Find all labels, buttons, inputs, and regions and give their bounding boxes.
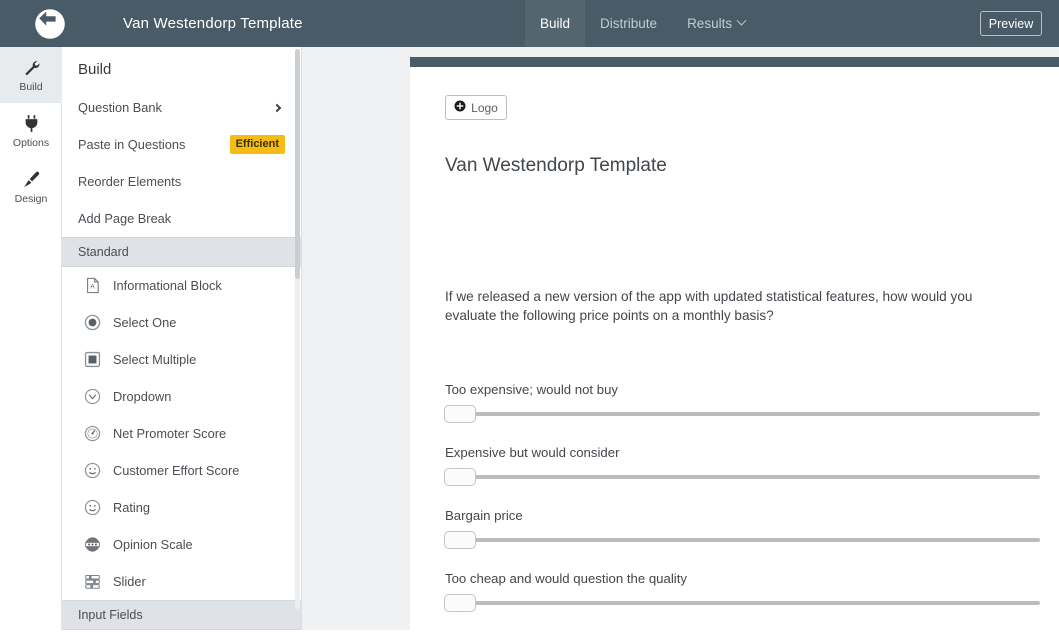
efficient-badge: Efficient <box>229 135 285 154</box>
question-type-opinion-scale-label: Opinion Scale <box>113 537 193 552</box>
section-header-standard-label: Standard <box>78 245 129 259</box>
nav-tab-distribute-label: Distribute <box>600 16 658 31</box>
dropdown-chevron-circle-icon <box>82 387 102 407</box>
rail-item-options[interactable]: Options <box>0 103 62 159</box>
preview-button-label: Preview <box>988 16 1034 31</box>
panel-action-paste-in-questions[interactable]: Paste in Questions Efficient <box>62 126 301 163</box>
slider-label-too-cheap: Too cheap and would question the quality <box>445 571 687 586</box>
slider-track-wrap[interactable] <box>440 531 1040 549</box>
panel-action-paste-in-questions-label: Paste in Questions <box>78 137 186 152</box>
question-type-select-multiple-label: Select Multiple <box>113 352 197 367</box>
slider-label-bargain-price: Bargain price <box>445 508 523 523</box>
slider-question-group: Too expensive; would not buy Expensive b… <box>440 382 1040 634</box>
question-type-rating[interactable]: Rating <box>62 489 301 526</box>
question-type-opinion-scale[interactable]: Opinion Scale <box>62 526 301 563</box>
build-panel-title: Build <box>78 61 112 78</box>
section-header-input-fields-label: Input Fields <box>78 608 143 622</box>
smiley-face-icon <box>82 498 102 518</box>
slider-handle[interactable] <box>444 468 476 486</box>
slider-track[interactable] <box>462 412 1040 416</box>
panel-action-reorder-elements-label: Reorder Elements <box>78 174 182 189</box>
chevron-right-icon <box>272 103 282 112</box>
opinion-scale-icon <box>82 535 102 555</box>
nav-tab-distribute[interactable]: Distribute <box>585 0 672 47</box>
question-type-slider-label: Slider <box>113 574 146 589</box>
slider-track[interactable] <box>462 601 1040 605</box>
add-logo-button-label: Logo <box>471 100 498 115</box>
plus-circle-icon <box>454 100 466 115</box>
question-type-net-promoter-score-label: Net Promoter Score <box>113 426 227 441</box>
checkbox-icon <box>82 350 102 370</box>
rail-item-build-label: Build <box>19 81 43 93</box>
top-header-bar: Van Westendorp Template Build Distribute… <box>0 0 1059 47</box>
rail-item-design-label: Design <box>14 193 48 205</box>
survey-canvas-title[interactable]: Van Westendorp Template <box>445 155 667 177</box>
slider-row-too-cheap: Too cheap and would question the quality <box>440 571 1040 612</box>
question-type-select-one[interactable]: Select One <box>62 304 301 341</box>
survey-workspace: Logo Van Westendorp Template If we relea… <box>302 47 1059 630</box>
smiley-face-icon <box>82 461 102 481</box>
left-icon-rail: Build Options Design <box>0 47 62 630</box>
question-type-select-one-label: Select One <box>113 315 177 330</box>
panel-action-add-page-break[interactable]: Add Page Break <box>62 200 301 237</box>
wrench-icon <box>22 57 41 77</box>
paintbrush-icon <box>22 169 41 189</box>
panel-action-question-bank-label: Question Bank <box>78 100 162 115</box>
slider-icon <box>82 572 102 592</box>
slider-track[interactable] <box>462 475 1040 479</box>
panel-action-reorder-elements[interactable]: Reorder Elements <box>62 163 301 200</box>
chevron-down-icon <box>736 15 747 26</box>
question-type-customer-effort-score-label: Customer Effort Score <box>113 463 240 478</box>
panel-action-add-page-break-label: Add Page Break <box>78 211 172 226</box>
slider-track-wrap[interactable] <box>440 468 1040 486</box>
nav-tab-results[interactable]: Results <box>672 0 760 47</box>
survey-canvas: Logo Van Westendorp Template If we relea… <box>410 57 1059 630</box>
slider-label-expensive-consider: Expensive but would consider <box>445 445 620 460</box>
rail-item-design[interactable]: Design <box>0 159 62 215</box>
section-header-standard: Standard <box>62 237 301 267</box>
document-a-icon: A <box>82 276 102 296</box>
nav-tab-build-label: Build <box>540 16 571 31</box>
build-panel: Build Question Bank Paste in Questions E… <box>62 47 302 630</box>
question-type-dropdown[interactable]: Dropdown <box>62 378 301 415</box>
question-type-customer-effort-score[interactable]: Customer Effort Score <box>62 452 301 489</box>
slider-track-wrap[interactable] <box>440 594 1040 612</box>
nav-tab-results-label: Results <box>687 16 733 31</box>
slider-row-bargain-price: Bargain price <box>440 508 1040 549</box>
slider-handle[interactable] <box>444 405 476 423</box>
radio-button-icon <box>82 313 102 333</box>
gauge-icon <box>82 424 102 444</box>
section-header-input-fields: Input Fields <box>62 600 301 630</box>
question-type-net-promoter-score[interactable]: Net Promoter Score <box>62 415 301 452</box>
question-prompt-text[interactable]: If we released a new version of the app … <box>445 287 1015 325</box>
qualtrics-circle-arrow-logo-icon[interactable] <box>26 0 73 47</box>
question-type-informational-block-label: Informational Block <box>113 278 222 293</box>
question-type-slider[interactable]: Slider <box>62 563 301 600</box>
plug-icon <box>22 113 41 133</box>
panel-scrollbar-thumb[interactable] <box>295 49 300 279</box>
main-nav: Build Distribute Results <box>525 0 760 47</box>
rail-item-options-label: Options <box>12 137 50 149</box>
slider-track[interactable] <box>462 538 1040 542</box>
rail-item-build[interactable]: Build <box>0 47 62 103</box>
question-type-dropdown-label: Dropdown <box>113 389 172 404</box>
slider-track-wrap[interactable] <box>440 405 1040 423</box>
slider-handle[interactable] <box>444 594 476 612</box>
slider-label-too-expensive: Too expensive; would not buy <box>445 382 619 397</box>
question-type-select-multiple[interactable]: Select Multiple <box>62 341 301 378</box>
panel-action-question-bank[interactable]: Question Bank <box>62 89 301 126</box>
survey-name-title: Van Westendorp Template <box>123 15 303 32</box>
question-type-informational-block[interactable]: A Informational Block <box>62 267 301 304</box>
slider-row-expensive-consider: Expensive but would consider <box>440 445 1040 486</box>
canvas-top-accent-strip <box>410 57 1059 67</box>
add-logo-button[interactable]: Logo <box>445 95 507 120</box>
slider-handle[interactable] <box>444 531 476 549</box>
question-type-rating-label: Rating <box>113 500 150 515</box>
nav-tab-build[interactable]: Build <box>525 0 586 47</box>
preview-button[interactable]: Preview <box>980 11 1042 36</box>
slider-row-too-expensive: Too expensive; would not buy <box>440 382 1040 423</box>
